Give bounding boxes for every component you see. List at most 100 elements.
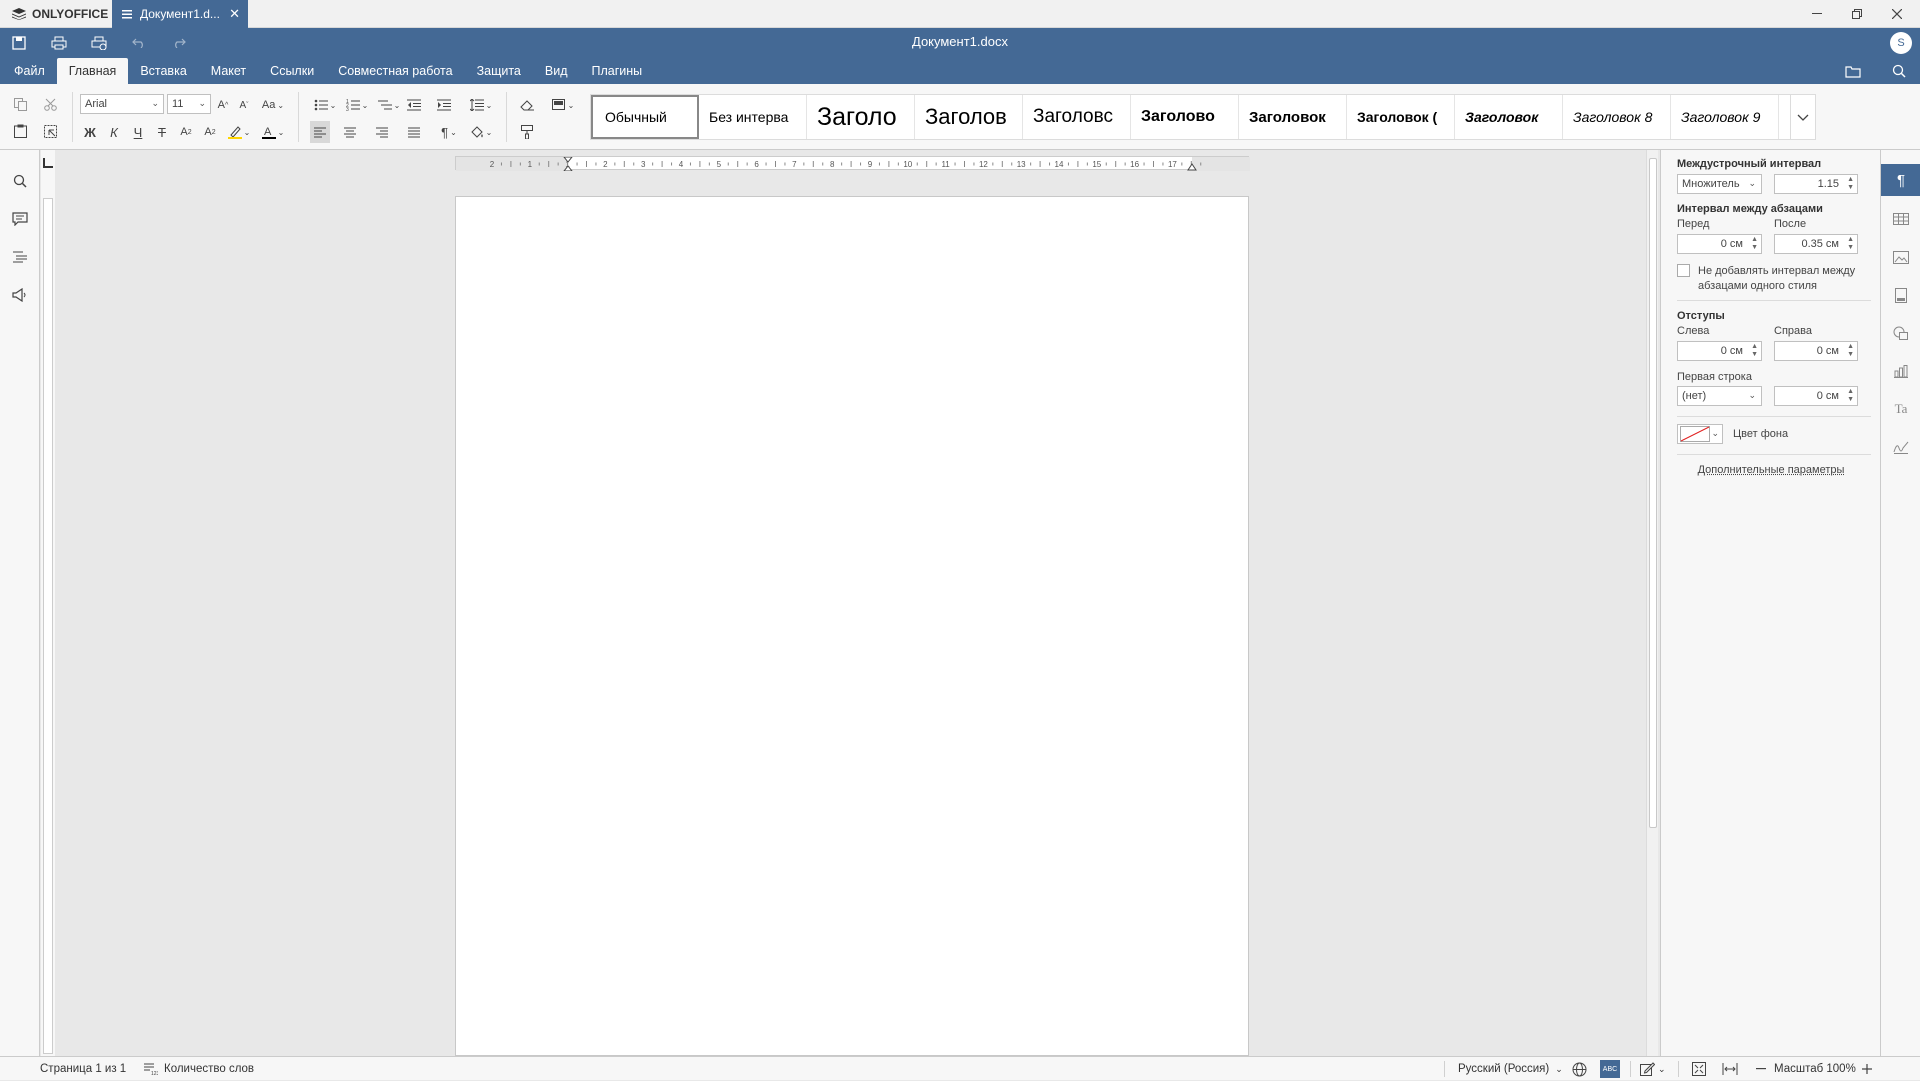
horizontal-ruler[interactable]: 2 1 1 2 3 4 5 6 7 8 9 10 11 12 13 14 15 16 17 (455, 156, 1249, 170)
shape-settings-icon[interactable] (1890, 322, 1912, 344)
document-tab[interactable]: Документ1.d... ✕ (112, 0, 248, 28)
line-spacing-input[interactable]: 1.15 ▲ ▼ (1774, 174, 1858, 194)
open-file-location-icon[interactable] (1842, 60, 1864, 82)
restore-button[interactable] (1837, 0, 1877, 28)
font-size-select[interactable]: 11 ⌄ (167, 94, 211, 114)
background-color-button[interactable]: ⌄ (1677, 424, 1723, 444)
paste-icon[interactable] (10, 120, 30, 142)
justify-button[interactable] (404, 121, 424, 143)
zoom-level[interactable]: Масштаб 100% (1774, 1057, 1856, 1081)
line-spacing-mode-select[interactable]: Множитель ⌄ (1677, 174, 1762, 194)
style-heading-8[interactable]: Заголовок 8 (1563, 95, 1671, 139)
tab-stop-selector-icon[interactable] (43, 158, 53, 168)
style-no-spacing[interactable]: Без интерва (699, 95, 807, 139)
text-art-settings-icon[interactable]: Ta (1890, 398, 1912, 420)
signature-settings-icon[interactable] (1890, 436, 1912, 458)
tab-view[interactable]: Вид (533, 58, 580, 84)
copy-icon[interactable] (10, 93, 30, 115)
style-heading-6[interactable]: Заголовок ( (1347, 95, 1455, 139)
spinner-icon[interactable]: ▲ ▼ (1751, 343, 1758, 359)
align-right-button[interactable] (372, 121, 392, 143)
spinner-icon[interactable]: ▲ ▼ (1847, 388, 1854, 404)
multilevel-list-button[interactable]: ⌄ (374, 94, 404, 116)
decrease-font-icon[interactable]: Aˇ (235, 94, 253, 116)
spell-check-icon[interactable]: ABC (1600, 1057, 1620, 1081)
chart-settings-icon[interactable] (1890, 360, 1912, 382)
zoom-out-icon[interactable] (1756, 1057, 1766, 1081)
left-indent-input[interactable]: 0 см ▲ ▼ (1677, 341, 1762, 361)
paragraph-settings-icon[interactable]: ¶ (1881, 164, 1920, 196)
style-gallery-expand[interactable] (1790, 94, 1816, 140)
zoom-in-icon[interactable] (1862, 1057, 1872, 1081)
cut-icon[interactable] (40, 93, 60, 115)
vertical-ruler[interactable] (41, 150, 55, 1056)
search-icon[interactable] (1888, 60, 1910, 82)
paragraph-shading-button[interactable]: ⌄ (466, 121, 496, 143)
spinner-icon[interactable]: ▲ ▼ (1847, 176, 1854, 192)
right-indent-input[interactable]: 0 см ▲ ▼ (1774, 341, 1858, 361)
header-footer-settings-icon[interactable] (1890, 284, 1912, 306)
style-heading-5[interactable]: Заголовок (1239, 95, 1347, 139)
select-all-icon[interactable] (40, 120, 60, 142)
advanced-settings-link[interactable]: Дополнительные параметры (1661, 464, 1881, 476)
tab-home[interactable]: Главная (57, 58, 129, 84)
track-changes-button[interactable]: ⌄ (1640, 1057, 1666, 1081)
tab-collaboration[interactable]: Совместная работа (326, 58, 464, 84)
feedback-icon[interactable] (9, 284, 31, 306)
italic-button[interactable]: К (104, 121, 124, 143)
first-line-mode-select[interactable]: (нет) ⌄ (1677, 386, 1762, 406)
style-heading-9[interactable]: Заголовок 9 (1671, 95, 1779, 139)
subscript-icon[interactable]: A2 (200, 121, 220, 143)
align-left-button[interactable] (310, 121, 330, 143)
spacing-before-input[interactable]: 0 см ▲ ▼ (1677, 234, 1762, 254)
underline-button[interactable]: Ч (128, 121, 148, 143)
tab-insert[interactable]: Вставка (128, 58, 198, 84)
spinner-icon[interactable]: ▲ ▼ (1847, 236, 1854, 252)
image-settings-icon[interactable] (1890, 246, 1912, 268)
font-color-button[interactable]: A ⌄ (258, 121, 288, 143)
user-avatar[interactable]: S (1890, 32, 1912, 54)
spacing-after-input[interactable]: 0.35 см ▲ ▼ (1774, 234, 1858, 254)
tab-protection[interactable]: Защита (465, 58, 533, 84)
spinner-icon[interactable]: ▲ ▼ (1751, 236, 1758, 252)
vertical-scrollbar[interactable] (1646, 150, 1658, 1056)
document-language-icon[interactable] (1572, 1057, 1587, 1081)
document-page[interactable] (455, 196, 1249, 1056)
tab-plugins[interactable]: Плагины (580, 58, 655, 84)
language-select[interactable]: Русский (Россия) ⌄ (1458, 1057, 1563, 1081)
increase-indent-icon[interactable] (434, 94, 454, 116)
style-heading-7[interactable]: Заголовок (1455, 95, 1563, 139)
numbered-list-button[interactable]: 1 2 3 ⌄ (342, 94, 372, 116)
line-spacing-button[interactable]: ⌄ (466, 94, 496, 116)
minimize-button[interactable] (1797, 0, 1837, 28)
word-count-button[interactable]: 123 Количество слов (144, 1057, 254, 1081)
style-heading-1[interactable]: Заголо (807, 95, 915, 139)
nonprinting-chars-button[interactable]: ¶ ⌄ (434, 121, 464, 143)
fit-page-icon[interactable] (1692, 1057, 1706, 1081)
align-center-button[interactable] (340, 121, 360, 143)
highlight-color-button[interactable]: ⌄ (224, 121, 254, 143)
tab-layout[interactable]: Макет (199, 58, 258, 84)
format-painter-icon[interactable] (516, 121, 538, 143)
style-heading-4[interactable]: Заголово (1131, 95, 1239, 139)
first-line-input[interactable]: 0 см ▲ ▼ (1774, 386, 1858, 406)
strikethrough-button[interactable]: Т (152, 121, 172, 143)
close-window-button[interactable] (1877, 0, 1917, 28)
fit-width-icon[interactable] (1722, 1057, 1738, 1081)
navigation-icon[interactable] (9, 246, 31, 268)
comments-icon[interactable] (9, 208, 31, 230)
page-indicator[interactable]: Страница 1 из 1 (40, 1057, 126, 1081)
superscript-icon[interactable]: A2 (176, 121, 196, 143)
tab-references[interactable]: Ссылки (258, 58, 326, 84)
tab-file[interactable]: Файл (2, 58, 57, 84)
style-normal[interactable]: Обычный (591, 95, 699, 139)
spinner-icon[interactable]: ▲ ▼ (1847, 343, 1854, 359)
font-name-select[interactable]: Arial ⌄ (80, 94, 164, 114)
table-settings-icon[interactable] (1890, 208, 1912, 230)
bullet-list-button[interactable]: ⌄ (310, 94, 340, 116)
increase-font-icon[interactable]: A ^ (214, 94, 232, 116)
search-icon[interactable] (9, 170, 31, 192)
style-heading-2[interactable]: Заголов (915, 95, 1023, 139)
bold-button[interactable]: Ж (80, 121, 100, 143)
decrease-indent-icon[interactable] (404, 94, 424, 116)
